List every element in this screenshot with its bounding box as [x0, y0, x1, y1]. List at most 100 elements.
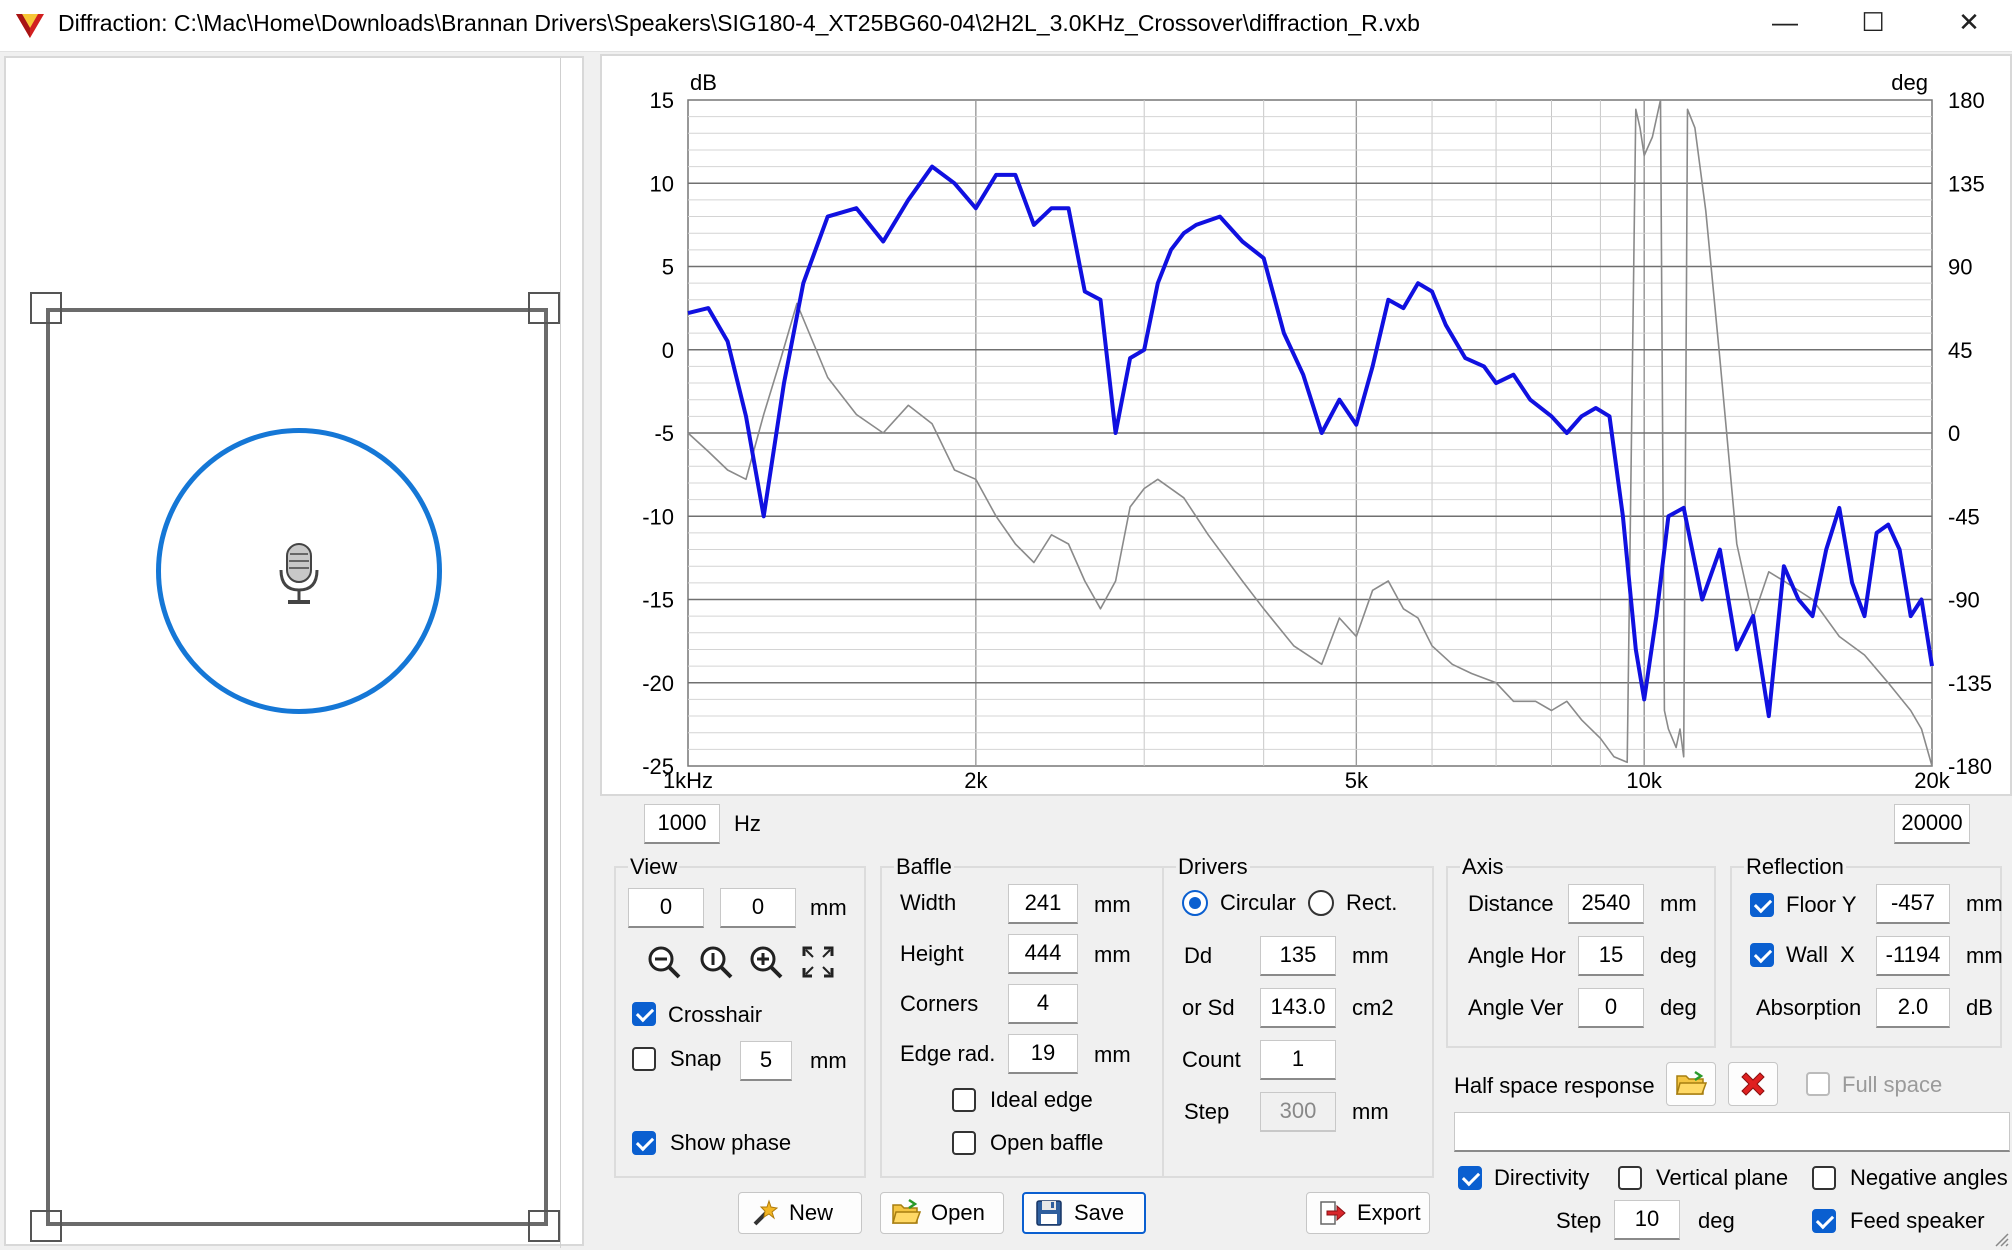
show-phase-label: Show phase [670, 1130, 792, 1155]
directivity-step-label: Step [1556, 1208, 1602, 1233]
zoom-in-icon[interactable] [746, 942, 786, 982]
count-input[interactable]: 1 [1260, 1040, 1336, 1080]
angle-hor-input[interactable]: 15 [1578, 936, 1644, 976]
export-arrow-icon [1320, 1201, 1346, 1225]
wall-checkbox[interactable] [1750, 943, 1774, 967]
chart-svg: 151050-5-10-15-20-2518013590450-45-90-13… [642, 70, 1992, 793]
resize-handle-bottom-left[interactable] [30, 1210, 62, 1242]
floor-input[interactable]: -457 [1876, 884, 1950, 924]
crosshair-checkbox[interactable] [632, 1002, 656, 1026]
canvas-guide-line [560, 58, 561, 1248]
half-space-file-field[interactable] [1454, 1112, 2010, 1152]
directivity-label: Directivity [1494, 1165, 1590, 1190]
save-button[interactable]: Save [1022, 1192, 1146, 1234]
y-left-tick-label: 0 [662, 338, 674, 363]
show-phase-checkbox[interactable] [632, 1131, 656, 1155]
folder-open-icon [892, 1198, 921, 1224]
baffle-view-panel [0, 52, 590, 1250]
fit-to-window-icon[interactable] [798, 942, 838, 982]
sd-label: or Sd [1182, 995, 1235, 1020]
x-tick-label: 5k [1345, 768, 1369, 793]
wall-label: Wall X [1786, 942, 1855, 967]
floor-unit: mm [1966, 891, 2003, 916]
baffle-corners-input[interactable]: 4 [1008, 984, 1078, 1024]
floor-checkbox[interactable] [1750, 893, 1774, 917]
y-left-tick-label: 10 [650, 171, 674, 196]
resize-handle-top-left[interactable] [30, 292, 62, 324]
circular-label: Circular [1220, 890, 1296, 915]
ideal-edge-checkbox[interactable] [952, 1088, 976, 1112]
feed-speaker-checkbox[interactable] [1812, 1209, 1836, 1233]
red-x-icon [1741, 1072, 1765, 1096]
negative-angles-checkbox[interactable] [1812, 1166, 1836, 1190]
view-unit-label: mm [810, 895, 847, 920]
distance-label: Distance [1468, 891, 1554, 916]
new-button-label: New [789, 1200, 834, 1225]
view-y-input[interactable]: 0 [720, 888, 796, 928]
open-baffle-checkbox[interactable] [952, 1131, 976, 1155]
zoom-out-icon[interactable] [644, 942, 684, 982]
baffle-height-input[interactable]: 444 [1008, 934, 1078, 974]
directivity-step-input[interactable]: 10 [1614, 1200, 1680, 1240]
dd-input[interactable]: 135 [1260, 936, 1336, 976]
y-left-axis-label: dB [690, 70, 717, 95]
minimize-button[interactable]: — [1742, 0, 1828, 44]
open-button[interactable]: Open [880, 1192, 1004, 1234]
open-button-label: Open [931, 1200, 985, 1225]
y-left-tick-label: 5 [662, 255, 674, 280]
angle-ver-input[interactable]: 0 [1578, 988, 1644, 1028]
baffle-edge-input[interactable]: 19 [1008, 1034, 1078, 1074]
absorption-input[interactable]: 2.0 [1876, 988, 1950, 1028]
microphone-icon[interactable] [272, 542, 326, 606]
magic-wand-icon [753, 1199, 779, 1226]
step-input: 300 [1260, 1092, 1336, 1132]
feed-speaker-label: Feed speaker [1850, 1208, 1985, 1233]
baffle-height-label: Height [900, 941, 964, 966]
open-half-space-button[interactable] [1666, 1062, 1716, 1106]
export-button[interactable]: Export [1306, 1192, 1430, 1234]
frequency-response-chart[interactable]: 15 10 5 0 -5 -10 -15 -20 -25 180 135 90 45 0 -45 -90 -13… [600, 54, 2012, 796]
save-button-label: Save [1074, 1200, 1125, 1225]
baffle-canvas[interactable] [4, 56, 584, 1248]
step-unit: mm [1352, 1099, 1389, 1124]
circular-radio[interactable] [1182, 890, 1208, 916]
dd-unit: mm [1352, 943, 1389, 968]
resize-handle-bottom-right[interactable] [528, 1210, 560, 1242]
y-left-tick-label: 15 [650, 88, 674, 113]
directivity-step-unit: deg [1698, 1208, 1735, 1233]
resize-grip-icon[interactable] [1990, 1228, 2010, 1248]
count-label: Count [1182, 1047, 1241, 1072]
directivity-checkbox[interactable] [1458, 1166, 1482, 1190]
maximize-button[interactable]: ☐ [1830, 0, 1916, 44]
x-tick-label: 2k [964, 768, 988, 793]
freq-min-input[interactable]: 1000 [644, 804, 720, 844]
y-right-tick-label: 90 [1948, 255, 1972, 280]
title-bar: Diffraction: C:\Mac\Home\Downloads\Brann… [0, 0, 2012, 52]
crosshair-label: Crosshair [668, 1002, 763, 1027]
negative-angles-label: Negative angles [1850, 1165, 2008, 1190]
window-title: Diffraction: C:\Mac\Home\Downloads\Brann… [58, 10, 1420, 36]
resize-handle-top-right[interactable] [528, 292, 560, 324]
sd-unit: cm2 [1352, 995, 1394, 1020]
app-logo-icon [16, 14, 44, 38]
snap-value-input[interactable]: 5 [740, 1041, 792, 1081]
freq-unit-label: Hz [734, 811, 761, 836]
angle-hor-unit: deg [1660, 943, 1697, 968]
wall-input[interactable]: -1194 [1876, 936, 1950, 976]
snap-checkbox[interactable] [632, 1047, 656, 1071]
new-button[interactable]: New [738, 1192, 862, 1234]
sd-input[interactable]: 143.0 [1260, 988, 1336, 1028]
rect-radio[interactable] [1308, 890, 1334, 916]
clear-half-space-button[interactable] [1728, 1062, 1778, 1106]
y-right-axis-label: deg [1891, 70, 1928, 95]
x-tick-label: 10k [1626, 768, 1662, 793]
baffle-width-input[interactable]: 241 [1008, 884, 1078, 924]
baffle-edge-label: Edge rad. [900, 1041, 996, 1066]
view-x-input[interactable]: 0 [628, 888, 704, 928]
freq-max-input[interactable]: 20000 [1894, 804, 1970, 844]
view-group-title: View [628, 854, 680, 880]
distance-input[interactable]: 2540 [1568, 884, 1644, 924]
vertical-plane-checkbox[interactable] [1618, 1166, 1642, 1190]
close-button[interactable]: ✕ [1926, 0, 2012, 44]
zoom-actual-size-icon[interactable] [696, 942, 736, 982]
